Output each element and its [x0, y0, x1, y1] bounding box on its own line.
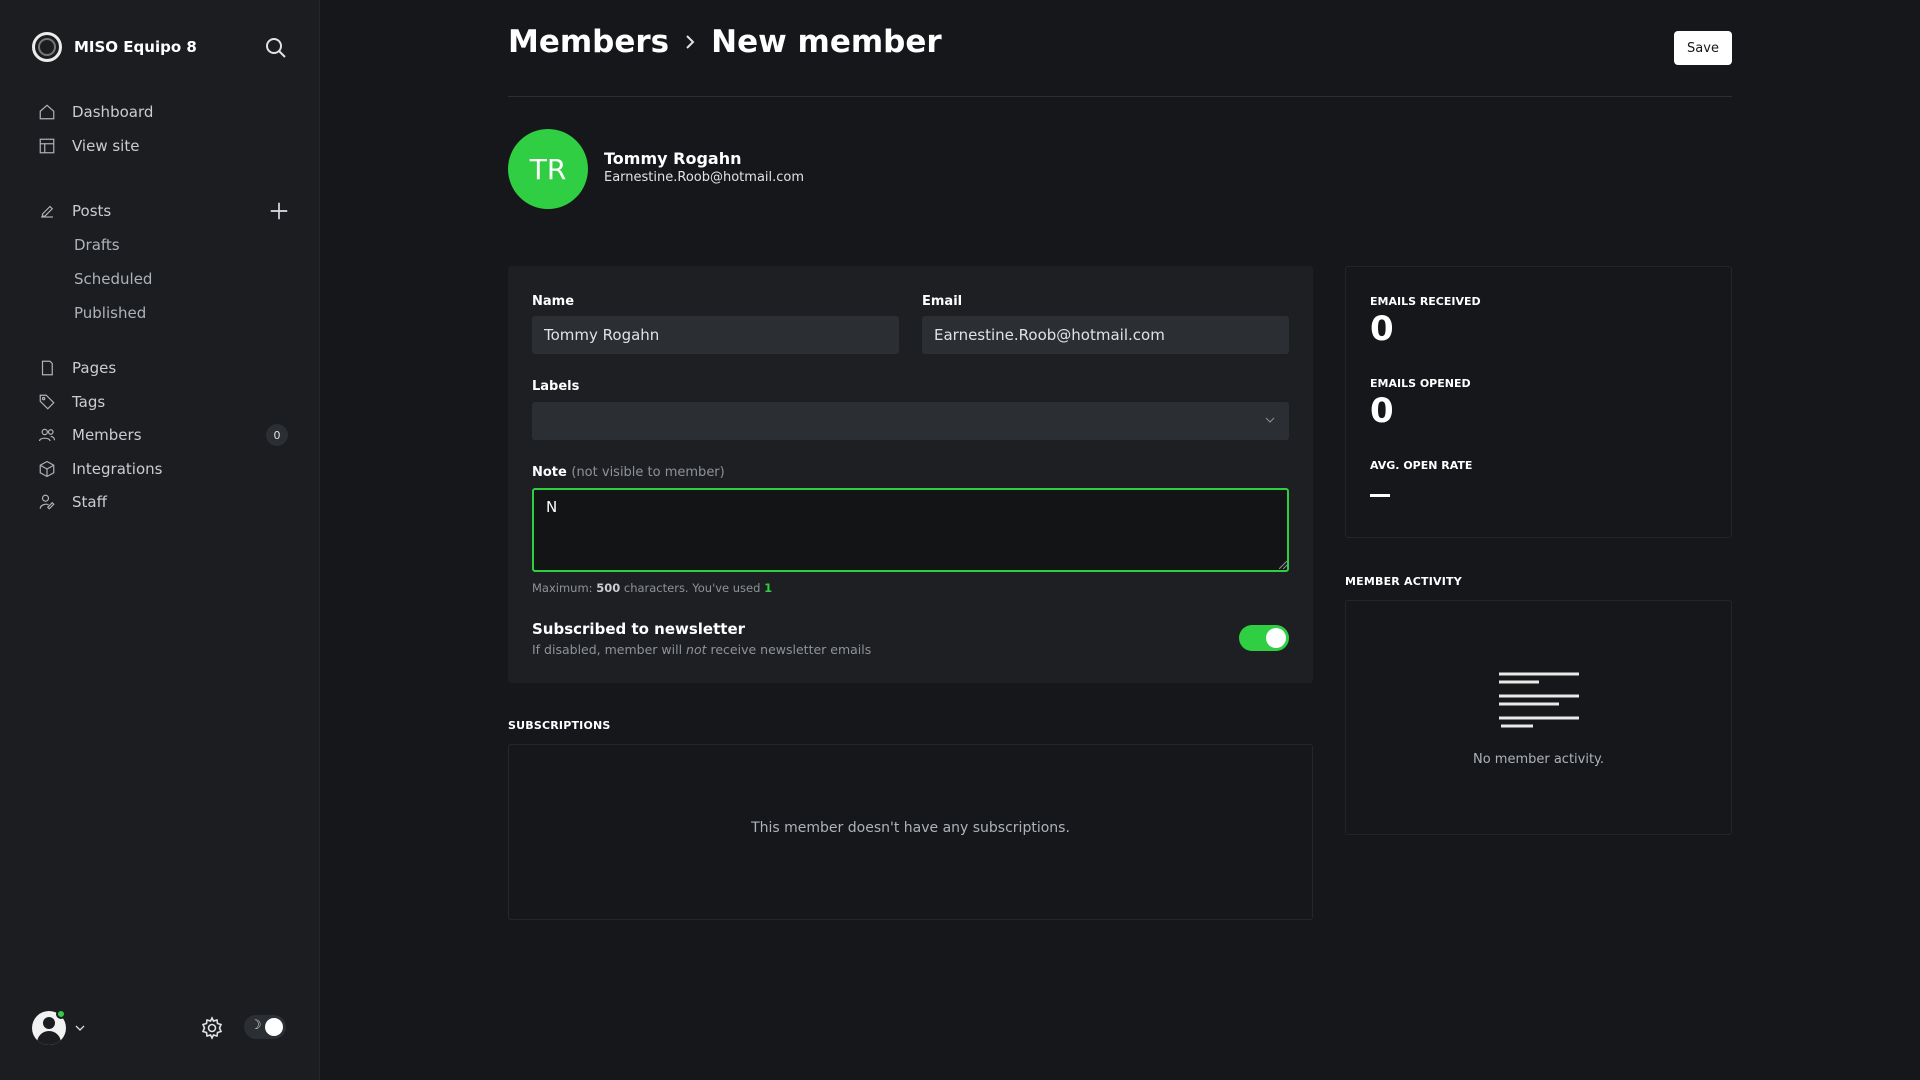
- note-hint: (not visible to member): [571, 465, 725, 480]
- member-email: Earnestine.Roob@hotmail.com: [604, 170, 805, 185]
- chevron-right-icon: [686, 35, 695, 49]
- site-logo-icon: [32, 32, 62, 62]
- search-icon[interactable]: [264, 36, 288, 60]
- sidebar-item-posts[interactable]: Posts: [38, 199, 111, 223]
- breadcrumb-members-link[interactable]: Members: [508, 24, 669, 60]
- note-label-text: Note: [532, 465, 567, 480]
- sidebar-item-label: Posts: [72, 202, 112, 220]
- note-label: Note (not visible to member): [532, 465, 725, 480]
- subscriptions-heading: SUBSCRIPTIONS: [508, 719, 611, 732]
- sidebar-item-label: Tags: [72, 393, 106, 411]
- site-name: MISO Equipo 8: [74, 38, 197, 56]
- email-input[interactable]: [922, 316, 1289, 354]
- sidebar-item-staff[interactable]: Staff: [38, 490, 107, 514]
- members-count-badge: 0: [266, 424, 288, 446]
- sidebar-item-drafts[interactable]: Drafts: [74, 236, 120, 254]
- member-name: Tommy Rogahn: [604, 149, 742, 168]
- layout-icon: [39, 138, 55, 154]
- edit-icon: [41, 205, 54, 218]
- newsletter-title: Subscribed to newsletter: [532, 620, 746, 638]
- name-input[interactable]: [532, 316, 899, 354]
- page-title: New member: [711, 24, 942, 60]
- chevron-down-icon: [75, 1025, 85, 1031]
- sidebar-item-scheduled[interactable]: Scheduled: [74, 270, 152, 288]
- header-divider: [508, 96, 1732, 97]
- tag-icon: [39, 394, 55, 410]
- gear-icon[interactable]: [200, 1016, 224, 1040]
- sidebar-item-label: Members: [72, 426, 142, 444]
- sidebar-item-tags[interactable]: Tags: [38, 390, 105, 414]
- member-avatar: TR: [508, 129, 588, 209]
- resize-handle-icon[interactable]: [1279, 561, 1287, 569]
- members-icon: [38, 428, 56, 442]
- open-rate-label: AVG. OPEN RATE: [1370, 459, 1473, 472]
- sidebar-item-integrations[interactable]: Integrations: [38, 457, 162, 481]
- activity-list-icon: [1499, 672, 1579, 728]
- member-activity-heading: MEMBER ACTIVITY: [1345, 575, 1462, 588]
- sidebar-item-view-site[interactable]: View site: [38, 134, 139, 158]
- sidebar-item-label: Staff: [72, 493, 107, 511]
- labels-select[interactable]: [532, 402, 1289, 440]
- activity-empty-message: No member activity.: [1472, 752, 1605, 767]
- newsletter-toggle[interactable]: [1239, 625, 1289, 651]
- email-label: Email: [922, 294, 963, 309]
- breadcrumb: Members New member: [508, 24, 942, 60]
- open-rate-empty-dash: [1370, 494, 1390, 497]
- cube-icon: [39, 460, 55, 478]
- newsletter-description: If disabled, member will not receive new…: [532, 642, 872, 657]
- user-menu[interactable]: [32, 1009, 86, 1045]
- sidebar: MISO Equipo 8 Dashboard View site Posts …: [0, 0, 320, 1080]
- chevron-down-icon: [1265, 417, 1275, 423]
- subscriptions-empty-message: This member doesn't have any subscriptio…: [751, 820, 1070, 836]
- sidebar-item-published[interactable]: Published: [74, 304, 146, 322]
- subscriptions-box: This member doesn't have any subscriptio…: [508, 744, 1313, 920]
- online-status-icon: [56, 1009, 66, 1019]
- labels-label: Labels: [532, 379, 580, 394]
- sidebar-item-members[interactable]: Members: [38, 423, 142, 447]
- home-icon: [39, 104, 55, 120]
- sidebar-item-label: Integrations: [72, 460, 163, 478]
- note-textarea[interactable]: N: [532, 488, 1289, 572]
- name-label: Name: [532, 294, 575, 309]
- dark-mode-toggle[interactable]: ☽: [244, 1015, 286, 1039]
- sidebar-item-label: Pages: [72, 359, 117, 377]
- emails-received-label: EMAILS RECEIVED: [1370, 295, 1481, 308]
- emails-opened-value: 0: [1370, 391, 1394, 431]
- moon-icon: ☽: [250, 1018, 262, 1033]
- emails-received-value: 0: [1370, 309, 1394, 349]
- add-post-icon[interactable]: [268, 200, 290, 222]
- page-icon: [41, 360, 53, 376]
- save-button[interactable]: Save: [1674, 31, 1732, 65]
- sidebar-item-dashboard[interactable]: Dashboard: [38, 100, 153, 124]
- sidebar-item-pages[interactable]: Pages: [38, 356, 116, 380]
- note-char-counter: Maximum: 500 characters. You've used 1: [532, 581, 773, 595]
- site-brand[interactable]: MISO Equipo 8: [32, 32, 197, 62]
- staff-icon: [39, 494, 55, 510]
- emails-opened-label: EMAILS OPENED: [1370, 377, 1471, 390]
- sidebar-item-label: Dashboard: [72, 103, 154, 121]
- sidebar-item-label: View site: [72, 137, 140, 155]
